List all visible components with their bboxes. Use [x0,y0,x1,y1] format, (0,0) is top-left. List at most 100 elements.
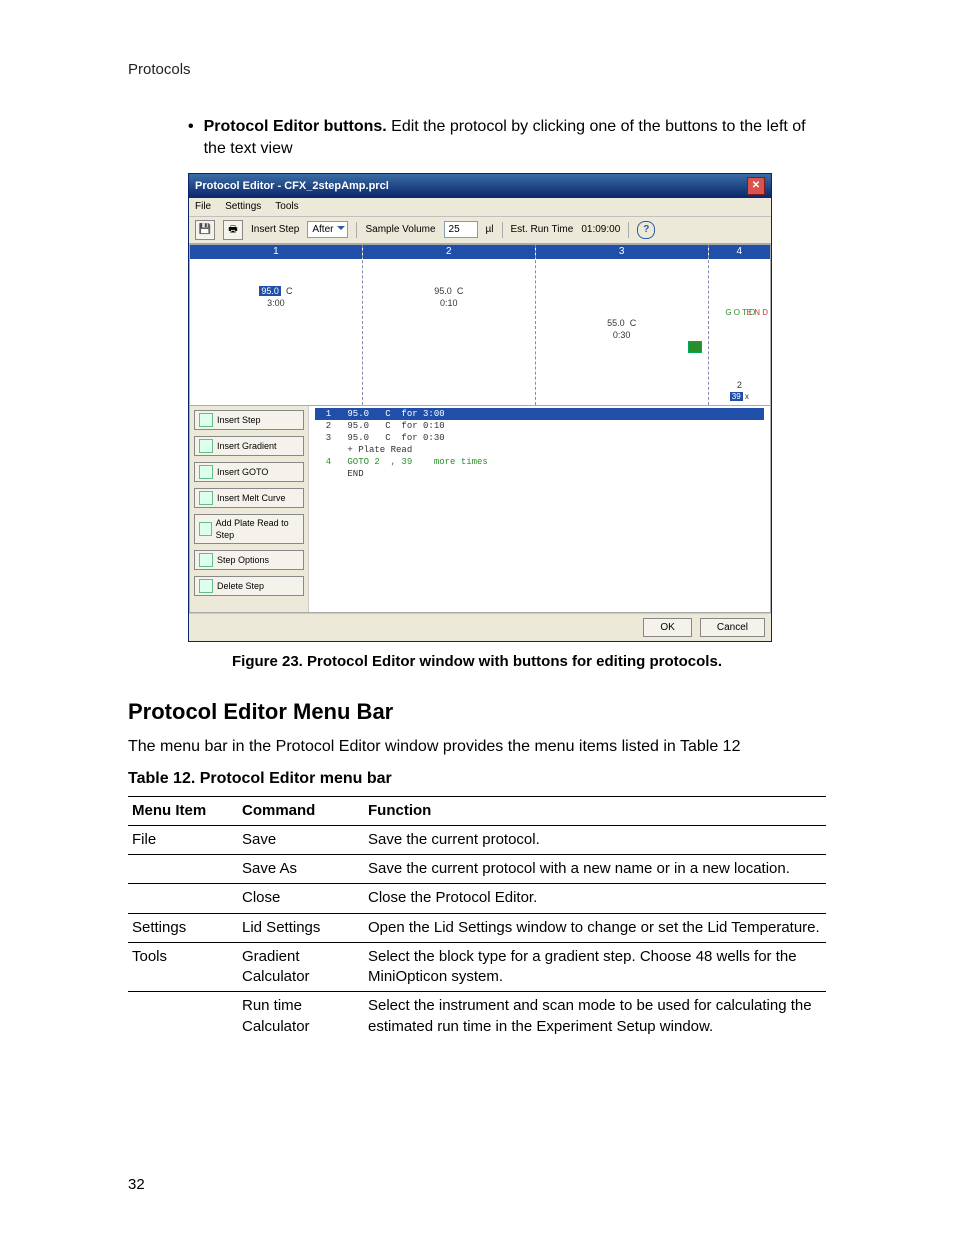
cell-menu-item [128,855,238,884]
cell-function: Select the instrument and scan mode to b… [364,992,826,1041]
section-paragraph: The menu bar in the Protocol Editor wind… [128,736,826,758]
text-row-3[interactable]: 3 95.0 C for 0:30 [315,432,764,444]
goto-icon [199,465,213,479]
insert-step-dropdown[interactable]: After [307,221,348,239]
dialog-buttons: OK Cancel [189,613,771,642]
text-row-4[interactable]: 4 GOTO 2 , 39 more times [315,456,764,468]
step-options-button[interactable]: Step Options [194,550,304,570]
col-menu-item: Menu Item [128,796,238,825]
text-row-2[interactable]: 2 95.0 C for 0:10 [315,420,764,432]
running-head: Protocols [128,60,191,80]
step1-unit: C [286,286,293,296]
toolbar-separator [356,222,357,238]
cell-menu-item: Settings [128,913,238,942]
cancel-button[interactable]: Cancel [700,618,765,638]
step3-temp: 55.0 [607,318,625,328]
graph-step-4[interactable]: 4 G O T O E N D 2 39 x [709,245,770,405]
graph-step-3[interactable]: 3 55.0 C 0:30 [536,245,709,405]
help-icon[interactable]: ? [637,221,655,239]
menu-file[interactable]: File [195,200,211,214]
goto-count: 39 [730,392,743,401]
table-row: Settings Lid Settings Open the Lid Setti… [128,913,826,942]
step2-unit: C [457,286,464,296]
insert-step-label: Insert Step [217,414,261,426]
menu-bar-table: Menu Item Command Function File Save Sav… [128,796,826,1041]
gradient-icon [199,439,213,453]
text-row-1[interactable]: 1 95.0 C for 3:00 [315,408,764,420]
text-row-plate[interactable]: + Plate Read [315,444,764,456]
toolbar-separator [628,222,629,238]
cell-function: Select the block type for a gradient ste… [364,942,826,992]
insert-melt-curve-button[interactable]: Insert Melt Curve [194,488,304,508]
step1-temp: 95.0 [259,286,281,296]
insert-step-button[interactable]: Insert Step [194,410,304,430]
cell-command: Save As [238,855,364,884]
table-row: Tools Gradient Calculator Select the blo… [128,942,826,992]
menu-settings[interactable]: Settings [225,200,261,214]
step-number: 2 [363,245,535,259]
section-heading: Protocol Editor Menu Bar [128,697,826,727]
cell-menu-item: File [128,825,238,854]
cell-command: Run time Calculator [238,992,364,1041]
toolbar-separator [502,222,503,238]
print-icon[interactable]: 🖶 [223,220,243,240]
ok-button[interactable]: OK [643,618,691,638]
goto-x: x [745,392,749,401]
save-icon[interactable]: 💾 [195,220,215,240]
step3-time: 0:30 [613,330,631,340]
step-number: 1 [190,245,362,259]
goto-step: 2 [737,380,742,390]
camera-icon [688,341,702,353]
col-function: Function [364,796,826,825]
window-menubar: File Settings Tools [189,198,771,217]
window-toolbar: 💾 🖶 Insert Step After Sample Volume 25 µ… [189,217,771,244]
bullet-text: Protocol Editor buttons. Edit the protoc… [204,116,826,159]
close-icon[interactable]: ✕ [747,177,765,195]
graph-step-2[interactable]: 2 95.0 C 0:10 [363,245,536,405]
step3-unit: C [630,318,637,328]
page-number: 32 [128,1175,145,1195]
cell-function: Save the current protocol with a new nam… [364,855,826,884]
figure: Protocol Editor - CFX_2stepAmp.prcl ✕ Fi… [188,173,826,642]
table-header-row: Menu Item Command Function [128,796,826,825]
protocol-editor-window: Protocol Editor - CFX_2stepAmp.prcl ✕ Fi… [188,173,772,642]
bullet-item: • Protocol Editor buttons. Edit the prot… [188,116,826,159]
delete-step-button[interactable]: Delete Step [194,576,304,596]
delete-icon [199,579,213,593]
cell-command: Close [238,884,364,913]
cell-command: Save [238,825,364,854]
cell-command: Lid Settings [238,913,364,942]
step2-time: 0:10 [440,298,458,308]
add-plate-read-button[interactable]: Add Plate Read to Step [194,514,304,544]
step1-time: 3:00 [267,298,285,308]
insert-step-label: Insert Step [251,223,299,237]
cell-command: Gradient Calculator [238,942,364,992]
cell-menu-item: Tools [128,942,238,992]
step2-temp: 95.0 [434,286,452,296]
window-title: Protocol Editor - CFX_2stepAmp.prcl [195,179,389,194]
end-label: E N D [747,309,768,317]
insert-gradient-label: Insert Gradient [217,440,277,452]
text-row-end[interactable]: END [315,468,764,480]
window-titlebar: Protocol Editor - CFX_2stepAmp.prcl ✕ [189,174,771,198]
protocol-graph[interactable]: 1 95.0 C 3:00 2 95.0 C 0:10 [189,244,771,406]
options-icon [199,553,213,567]
table-row: Save As Save the current protocol with a… [128,855,826,884]
est-run-time-value: 01:09:00 [581,223,620,237]
step-number: 3 [536,245,708,259]
insert-step-icon [199,413,213,427]
cell-function: Open the Lid Settings window to change o… [364,913,826,942]
insert-gradient-button[interactable]: Insert Gradient [194,436,304,456]
bullet-lead: Protocol Editor buttons. [204,118,387,135]
graph-step-1[interactable]: 1 95.0 C 3:00 [190,245,363,405]
insert-goto-button[interactable]: Insert GOTO [194,462,304,482]
est-run-time-label: Est. Run Time [511,223,574,237]
protocol-text-view[interactable]: 1 95.0 C for 3:00 2 95.0 C for 0:10 3 95… [309,406,770,612]
insert-melt-label: Insert Melt Curve [217,492,286,504]
col-command: Command [238,796,364,825]
editor-buttons: Insert Step Insert Gradient Insert GOTO … [190,406,309,612]
table-row: File Save Save the current protocol. [128,825,826,854]
menu-tools[interactable]: Tools [275,200,298,214]
sample-volume-input[interactable]: 25 [444,221,478,239]
delete-step-label: Delete Step [217,580,264,592]
